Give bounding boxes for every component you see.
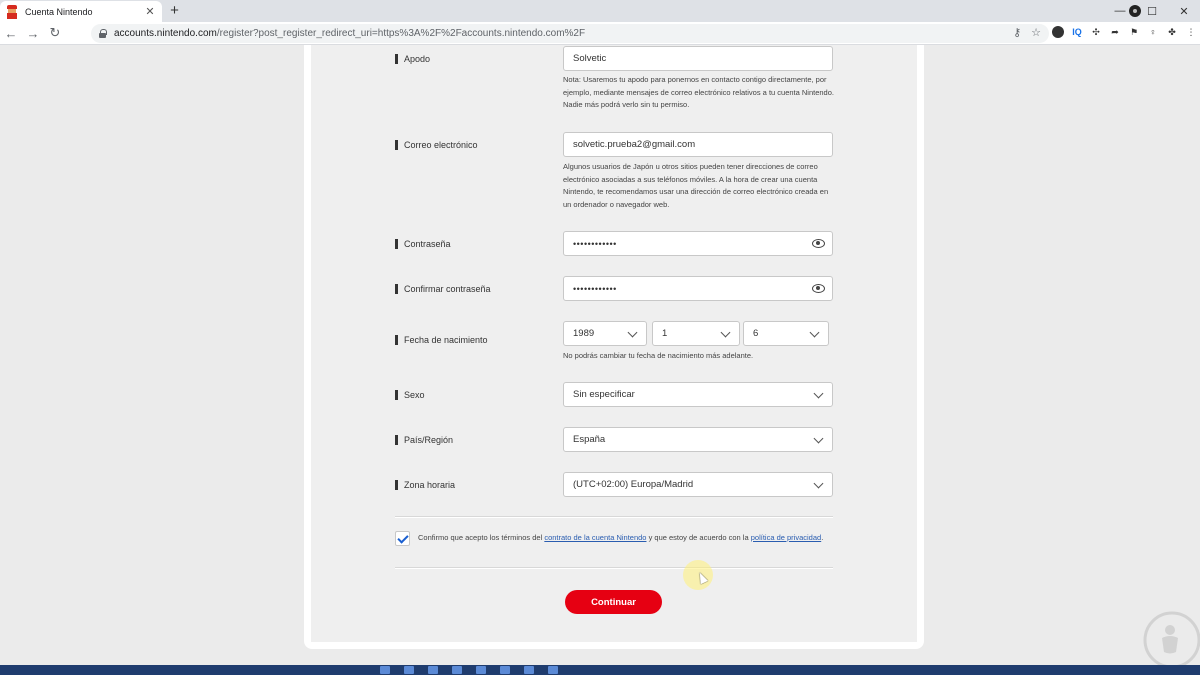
extensions-area: IQ ✣ ➦ ⚑ ♀ ✤ ⋮ xyxy=(1052,26,1200,38)
window-controls: — ☐ ✕ xyxy=(1104,0,1200,22)
extensions-puzzle-icon[interactable]: ✤ xyxy=(1166,26,1178,38)
password-value: •••••••••••• xyxy=(573,238,617,249)
consent-text-after: . xyxy=(821,533,824,542)
key-icon[interactable]: ⚷ xyxy=(1013,26,1021,39)
show-password-eye-icon[interactable] xyxy=(812,239,825,248)
store-icon[interactable] xyxy=(500,666,510,674)
region-select[interactable]: España xyxy=(563,427,833,452)
apodo-input[interactable]: Solvetic xyxy=(563,46,833,71)
solvetic-logo-icon xyxy=(1143,611,1200,668)
sexo-label: Sexo xyxy=(395,390,425,400)
chevron-down-icon xyxy=(627,327,638,338)
divider xyxy=(395,567,833,569)
bulb-extension-icon[interactable]: ♀ xyxy=(1147,26,1159,38)
close-window-button[interactable]: ✕ xyxy=(1168,5,1200,18)
email-input[interactable]: solvetic.prueba2@gmail.com xyxy=(563,132,833,157)
consent-text-before: Confirmo que acepto los términos del xyxy=(418,533,545,542)
url-host: accounts.nintendo.com xyxy=(114,28,217,39)
new-tab-button[interactable]: + xyxy=(166,3,183,20)
consent-text-middle: y que estoy de acuerdo con la xyxy=(646,533,751,542)
privacy-policy-link[interactable]: política de privacidad xyxy=(751,533,821,542)
timezone-value: (UTC+02:00) Europa/Madrid xyxy=(573,479,694,490)
browser-tab[interactable]: Cuenta Nintendo ✕ xyxy=(0,1,162,22)
tab-bar: Cuenta Nintendo ✕ + — ☐ ✕ xyxy=(0,0,1200,22)
timezone-select[interactable]: (UTC+02:00) Europa/Madrid xyxy=(563,472,833,497)
confirm-password-label: Confirmar contraseña xyxy=(395,284,491,294)
chevron-down-icon xyxy=(813,478,824,489)
password-input[interactable]: •••••••••••• xyxy=(563,231,833,256)
nintendo-favicon-icon xyxy=(6,4,18,19)
tab-title: Cuenta Nintendo xyxy=(25,6,93,17)
chrome-icon[interactable] xyxy=(476,666,486,674)
bookmark-star-icon[interactable]: ☆ xyxy=(1031,26,1041,39)
edge-icon[interactable] xyxy=(452,666,462,674)
terms-consent-text: Confirmo que acepto los términos del con… xyxy=(418,532,833,544)
forward-button[interactable]: → xyxy=(22,26,44,41)
sexo-select[interactable]: Sin especificar xyxy=(563,382,833,407)
continue-button[interactable]: Continuar xyxy=(565,590,662,614)
start-icon[interactable] xyxy=(380,666,390,674)
contract-link[interactable]: contrato de la cuenta Nintendo xyxy=(544,533,646,542)
timezone-label: Zona horaria xyxy=(395,480,455,490)
region-value: España xyxy=(573,434,606,445)
confirm-password-input[interactable]: •••••••••••• xyxy=(563,276,833,301)
url-path: /register?post_register_redirect_uri=htt… xyxy=(216,28,586,39)
birthdate-note: No podrás cambiar tu fecha de nacimiento… xyxy=(563,351,754,360)
share-extension-icon[interactable]: ➦ xyxy=(1109,26,1121,38)
apodo-value: Solvetic xyxy=(573,53,607,64)
lock-icon[interactable] xyxy=(99,29,107,38)
birth-day-select[interactable]: 6 xyxy=(743,321,829,346)
birth-year-value: 1989 xyxy=(573,328,595,339)
settings-icon[interactable] xyxy=(548,666,558,674)
chevron-down-icon xyxy=(720,327,731,338)
menu-dots-icon[interactable]: ⋮ xyxy=(1185,26,1197,38)
terms-checkbox[interactable] xyxy=(395,531,410,546)
mail-icon[interactable] xyxy=(524,666,534,674)
birthdate-label: Fecha de nacimiento xyxy=(395,335,488,345)
birth-year-select[interactable]: 1989 xyxy=(563,321,647,346)
chevron-down-icon xyxy=(813,433,824,444)
minimize-button[interactable]: — xyxy=(1104,5,1136,17)
taskbar xyxy=(0,665,1200,675)
divider xyxy=(395,516,833,518)
tab-close-icon[interactable]: ✕ xyxy=(144,5,156,18)
email-label: Correo electrónico xyxy=(395,140,478,150)
address-bar[interactable]: accounts.nintendo.com/register?post_regi… xyxy=(91,24,1049,43)
email-note: Algunos usuarios de Japón u otros sitios… xyxy=(563,162,829,209)
email-value: solvetic.prueba2@gmail.com xyxy=(573,139,696,150)
extension-icon[interactable] xyxy=(1052,26,1064,38)
maximize-button[interactable]: ☐ xyxy=(1136,5,1168,18)
birth-month-value: 1 xyxy=(662,328,668,339)
flag-extension-icon[interactable]: ⚑ xyxy=(1128,26,1140,38)
search-icon[interactable] xyxy=(404,666,414,674)
browser-toolbar: ← → ↻ accounts.nintendo.com/register?pos… xyxy=(0,22,1200,45)
chevron-down-icon xyxy=(813,388,824,399)
apodo-label: Apodo xyxy=(395,54,430,64)
chevron-down-icon xyxy=(809,327,820,338)
url-text[interactable]: accounts.nintendo.com/register?post_regi… xyxy=(114,28,585,39)
birth-day-value: 6 xyxy=(753,328,759,339)
confirm-password-value: •••••••••••• xyxy=(573,283,617,294)
iq-extension-icon[interactable]: IQ xyxy=(1071,26,1083,38)
password-label: Contraseña xyxy=(395,239,451,249)
show-confirm-password-eye-icon[interactable] xyxy=(812,284,825,293)
file-explorer-icon[interactable] xyxy=(428,666,438,674)
puzzle-extension-icon[interactable]: ✣ xyxy=(1090,26,1102,38)
region-label: País/Región xyxy=(395,435,453,445)
sexo-value: Sin especificar xyxy=(573,389,635,400)
reload-button[interactable]: ↻ xyxy=(44,25,66,41)
birth-month-select[interactable]: 1 xyxy=(652,321,740,346)
apodo-note: Nota: Usaremos tu apodo para ponernos en… xyxy=(563,75,834,109)
back-button[interactable]: ← xyxy=(0,26,22,41)
